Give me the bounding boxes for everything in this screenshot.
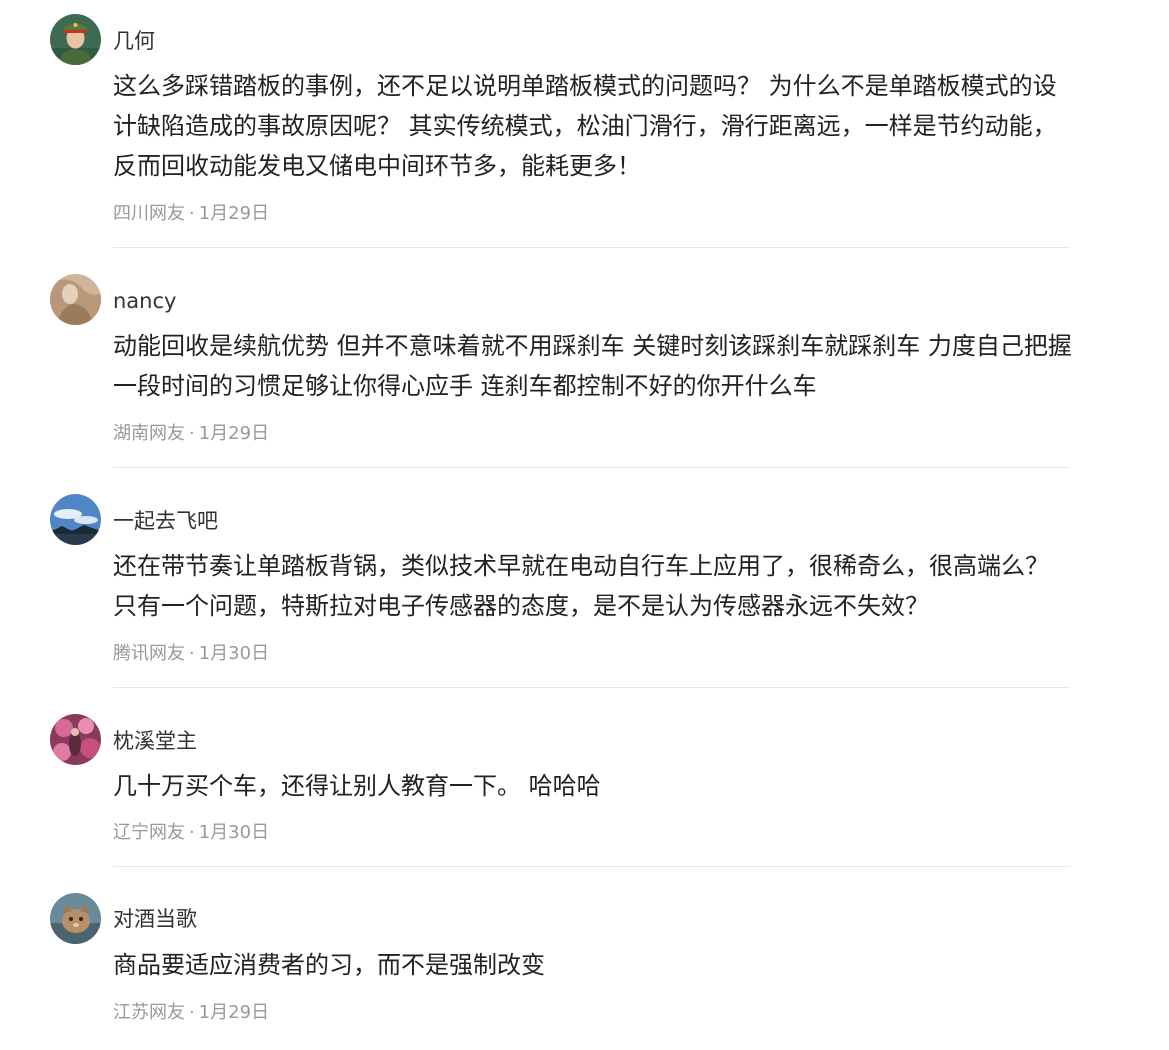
username[interactable]: 一起去飞吧 — [113, 508, 218, 534]
username[interactable]: 枕溪堂主 — [113, 728, 197, 754]
comment-text: 商品要适应消费者的习，而不是强制改变 — [113, 951, 545, 979]
comment-meta: 江苏网友 · 1月29日 — [113, 1001, 269, 1025]
divider — [113, 866, 1070, 867]
avatar[interactable] — [50, 893, 101, 944]
avatar[interactable] — [50, 494, 101, 545]
location-label: 湖南网友 — [113, 423, 185, 444]
avatar-cat-photo-icon — [50, 893, 101, 944]
comment-text: 这么多踩错踏板的事例，还不足以说明单踏板模式的问题吗？ 为什么不是单踏板模式的设… — [113, 72, 1057, 180]
comment-text: 动能回收是续航优势 但并不意味着就不用踩刹车 关键时刻该踩刹车就踩刹车 力度自己… — [113, 332, 1072, 400]
comment-meta: 腾讯网友 · 1月30日 — [113, 642, 269, 666]
comment-text: 几十万买个车，还得让别人教育一下。 哈哈哈 — [113, 772, 601, 800]
username[interactable]: nancy — [113, 288, 176, 314]
date-label: 1月30日 — [198, 643, 270, 664]
avatar-beige-abstract-icon — [50, 274, 101, 325]
comment-text: 还在带节奏让单踏板背锅，类似技术早就在电动自行车上应用了，很稀奇么，很高端么？ … — [113, 552, 1049, 620]
avatar[interactable] — [50, 274, 101, 325]
username[interactable]: 对酒当歌 — [113, 906, 197, 932]
location-label: 四川网友 — [113, 203, 185, 224]
avatar-pink-blossom-icon — [50, 714, 101, 765]
divider — [113, 687, 1070, 688]
date-label: 1月29日 — [198, 1002, 270, 1023]
meta-separator: · — [189, 643, 195, 664]
location-label: 腾讯网友 — [113, 643, 185, 664]
avatar-sky-landscape-icon — [50, 494, 101, 545]
date-label: 1月29日 — [198, 203, 270, 224]
meta-separator: · — [189, 822, 195, 843]
location-label: 江苏网友 — [113, 1002, 185, 1023]
comment-meta: 辽宁网友 · 1月30日 — [113, 821, 269, 845]
date-label: 1月29日 — [198, 423, 270, 444]
location-label: 辽宁网友 — [113, 822, 185, 843]
comment-meta: 四川网友 · 1月29日 — [113, 202, 269, 226]
avatar[interactable] — [50, 714, 101, 765]
avatar-soldier-portrait-icon — [50, 14, 101, 65]
divider — [113, 467, 1070, 468]
divider — [113, 247, 1070, 248]
comment-meta: 湖南网友 · 1月29日 — [113, 422, 269, 446]
username[interactable]: 几何 — [113, 28, 155, 54]
date-label: 1月30日 — [198, 822, 270, 843]
avatar[interactable] — [50, 14, 101, 65]
meta-separator: · — [189, 423, 195, 444]
meta-separator: · — [189, 203, 195, 224]
meta-separator: · — [189, 1002, 195, 1023]
